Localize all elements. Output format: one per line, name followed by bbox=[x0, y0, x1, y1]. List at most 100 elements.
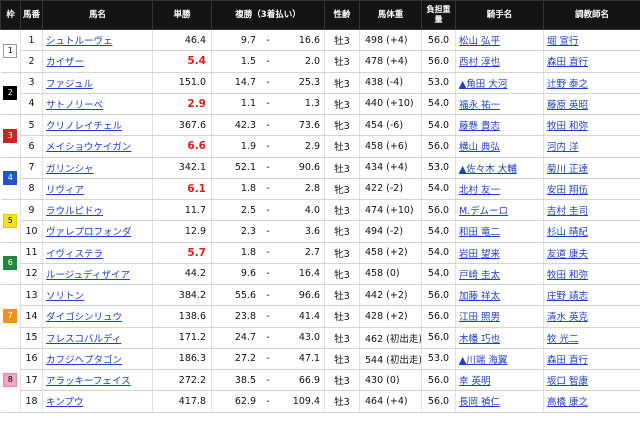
horse-number: 11 bbox=[20, 242, 43, 264]
carried-weight: 54.0 bbox=[421, 93, 456, 116]
trainer-link[interactable]: 森田 直行 bbox=[547, 355, 588, 366]
horse-name-link[interactable]: ソリトン bbox=[46, 291, 84, 302]
horse-name-link[interactable]: リヴィア bbox=[46, 185, 84, 196]
trainer-link[interactable]: 辻野 泰之 bbox=[547, 79, 588, 90]
jockey-link[interactable]: M.デムーロ bbox=[459, 206, 508, 217]
horse-number: 3 bbox=[20, 72, 43, 94]
jockey-link[interactable]: 西村 淳也 bbox=[459, 57, 500, 68]
trainer-link[interactable]: 安田 翔伍 bbox=[547, 185, 588, 196]
jockey-link[interactable]: ▲佐々木 大輔 bbox=[459, 164, 517, 175]
place-odds-dash: - bbox=[266, 55, 270, 67]
trainer-link[interactable]: 牧 光二 bbox=[547, 334, 579, 345]
horse-name-link[interactable]: カフジヘプタゴン bbox=[46, 355, 122, 366]
sex-age: 牡3 bbox=[324, 348, 360, 371]
waku-cell: 8 bbox=[0, 348, 21, 413]
trainer-link[interactable]: 友道 康夫 bbox=[547, 249, 588, 260]
jockey-cell: 江田 照男 bbox=[455, 305, 544, 328]
trainer-link[interactable]: 清水 英克 bbox=[547, 312, 588, 323]
jockey-link[interactable]: 加藤 祥太 bbox=[459, 291, 500, 302]
trainer-link[interactable]: 杉山 晴紀 bbox=[547, 227, 588, 238]
table-row: 12 ルージュディザイア 44.2 9.6- 16.4 牝3 458 (0) 54.0 戸崎 圭… bbox=[1, 263, 640, 286]
horse-weight: 430 (0) bbox=[359, 369, 422, 392]
sex-age: 牡3 bbox=[324, 29, 360, 52]
trainer-link[interactable]: 河内 洋 bbox=[547, 142, 579, 153]
place-odds-dash: - bbox=[266, 98, 270, 110]
trainer-link[interactable]: 坂口 智康 bbox=[547, 376, 588, 387]
jockey-link[interactable]: 長岡 禎仁 bbox=[459, 397, 500, 408]
horse-name-link[interactable]: ファジュル bbox=[46, 79, 93, 90]
trainer-cell: 友道 康夫 bbox=[543, 242, 640, 264]
win-odds: 6.6 bbox=[152, 135, 212, 158]
jockey-link[interactable]: 和田 竜二 bbox=[459, 227, 500, 238]
horse-name-link[interactable]: ヴァレプロフォンダ bbox=[46, 227, 132, 238]
horse-number: 15 bbox=[20, 327, 43, 349]
place-odds-low: 38.5 bbox=[234, 374, 256, 386]
jockey-link[interactable]: 北村 友一 bbox=[459, 185, 500, 196]
jockey-link[interactable]: ▲角田 大河 bbox=[459, 79, 507, 90]
jockey-link[interactable]: 岩田 望来 bbox=[459, 249, 500, 260]
place-odds: 55.6- 96.6 bbox=[211, 284, 325, 307]
horse-name-link[interactable]: ルージュディザイア bbox=[46, 270, 130, 281]
horse-weight: 462 (初出走) bbox=[359, 327, 422, 349]
jockey-link[interactable]: ▲川端 海翼 bbox=[459, 355, 507, 366]
horse-name-cell: ルージュディザイア bbox=[42, 263, 153, 286]
trainer-link[interactable]: 庄野 靖志 bbox=[547, 291, 588, 302]
horse-name-link[interactable]: フレスコバルディ bbox=[46, 334, 121, 345]
jockey-link[interactable]: 横山 典弘 bbox=[459, 142, 500, 153]
jockey-link[interactable]: 江田 照男 bbox=[459, 312, 500, 323]
place-odds-low: 1.5 bbox=[240, 55, 256, 67]
trainer-link[interactable]: 牧田 和弥 bbox=[547, 121, 588, 132]
trainer-link[interactable]: 菊川 正達 bbox=[547, 164, 588, 175]
trainer-link[interactable]: 吉村 圭司 bbox=[547, 206, 588, 217]
horse-weight: 434 (+4) bbox=[359, 157, 422, 179]
horse-name-link[interactable]: メイショウケイガン bbox=[46, 142, 131, 153]
waku-cell: 4 bbox=[0, 157, 21, 200]
header-waku: 枠 bbox=[0, 0, 21, 30]
jockey-link[interactable]: 幸 英明 bbox=[459, 376, 491, 387]
jockey-link[interactable]: 松山 弘平 bbox=[459, 36, 500, 47]
trainer-link[interactable]: 高橋 康之 bbox=[547, 397, 588, 408]
trainer-link[interactable]: 堀 宣行 bbox=[547, 36, 579, 47]
jockey-cell: 長岡 禎仁 bbox=[455, 390, 544, 413]
jockey-cell: 幸 英明 bbox=[455, 369, 544, 392]
horse-name-link[interactable]: ラウルピドゥ bbox=[46, 206, 103, 217]
table-row: 8 16 カフジヘプタゴン 186.3 27.2-47.1 牡3 544 (初出走) 53.0… bbox=[0, 348, 640, 413]
horse-name-cell: カフジヘプタゴン bbox=[42, 348, 153, 371]
horse-name-link[interactable]: キンプウ bbox=[46, 397, 83, 408]
trainer-link[interactable]: 森田 直行 bbox=[547, 57, 588, 68]
horse-weight: 458 (+6) bbox=[359, 135, 422, 158]
horse-name-link[interactable]: ダイゴシンリュウ bbox=[46, 312, 122, 323]
win-odds: 6.1 bbox=[152, 178, 212, 201]
place-odds-dash: - bbox=[266, 374, 270, 386]
sex-age: 牡3 bbox=[324, 199, 360, 222]
horse-name-link[interactable]: カイザー bbox=[46, 57, 84, 68]
carried-weight: 56.0 bbox=[421, 305, 456, 328]
horse-name-cell: シュトルーヴェ bbox=[42, 29, 153, 52]
table-row: 8 リヴィア 6.1 1.8- 2.8 牝3 422 (-2) 54.0 北村 友一 安田 翔伍 bbox=[1, 178, 640, 201]
win-odds: 12.9 bbox=[152, 220, 212, 243]
place-odds-low: 2.3 bbox=[240, 225, 256, 237]
place-odds-high: 96.6 bbox=[298, 289, 320, 301]
horse-name-link[interactable]: サトノリーベ bbox=[46, 100, 103, 111]
horse-weight: 442 (+2) bbox=[359, 284, 422, 307]
trainer-link[interactable]: 牧田 和弥 bbox=[547, 270, 588, 281]
horse-name-link[interactable]: シュトルーヴェ bbox=[46, 36, 113, 47]
jockey-link[interactable]: 藤懸 貴志 bbox=[459, 121, 500, 132]
horse-name-link[interactable]: イヴィステラ bbox=[46, 249, 103, 260]
table-row: 2 3 ファジュル 151.0 14.7- 25.3 牝3 438 (-4) 53.0 ▲角田 大… bbox=[0, 72, 640, 115]
horse-name-link[interactable]: ガリンシャ bbox=[46, 164, 94, 175]
carried-weight: 53.0 bbox=[421, 72, 456, 94]
trainer-link[interactable]: 藤原 英昭 bbox=[547, 100, 588, 111]
place-odds-dash: - bbox=[266, 353, 270, 365]
jockey-link[interactable]: 福永 祐一 bbox=[459, 100, 500, 111]
table-row: 18 キンプウ 417.8 62.9- 109.4 牡3 464 (+4) 56.0 長岡 禎仁… bbox=[1, 390, 640, 413]
horse-name-cell: キンプウ bbox=[42, 390, 153, 413]
header-jw: 負担重量 bbox=[421, 0, 456, 30]
place-odds-dash: - bbox=[266, 247, 270, 259]
jockey-link[interactable]: 戸崎 圭太 bbox=[459, 270, 500, 281]
horse-name-link[interactable]: アラッキーフェイス bbox=[46, 376, 131, 387]
horse-name-link[interactable]: クリノレイチェル bbox=[46, 121, 122, 132]
jockey-link[interactable]: 木幡 巧也 bbox=[459, 334, 500, 345]
place-odds-low: 2.5 bbox=[240, 204, 256, 216]
horse-weight: 458 (+2) bbox=[359, 242, 422, 264]
